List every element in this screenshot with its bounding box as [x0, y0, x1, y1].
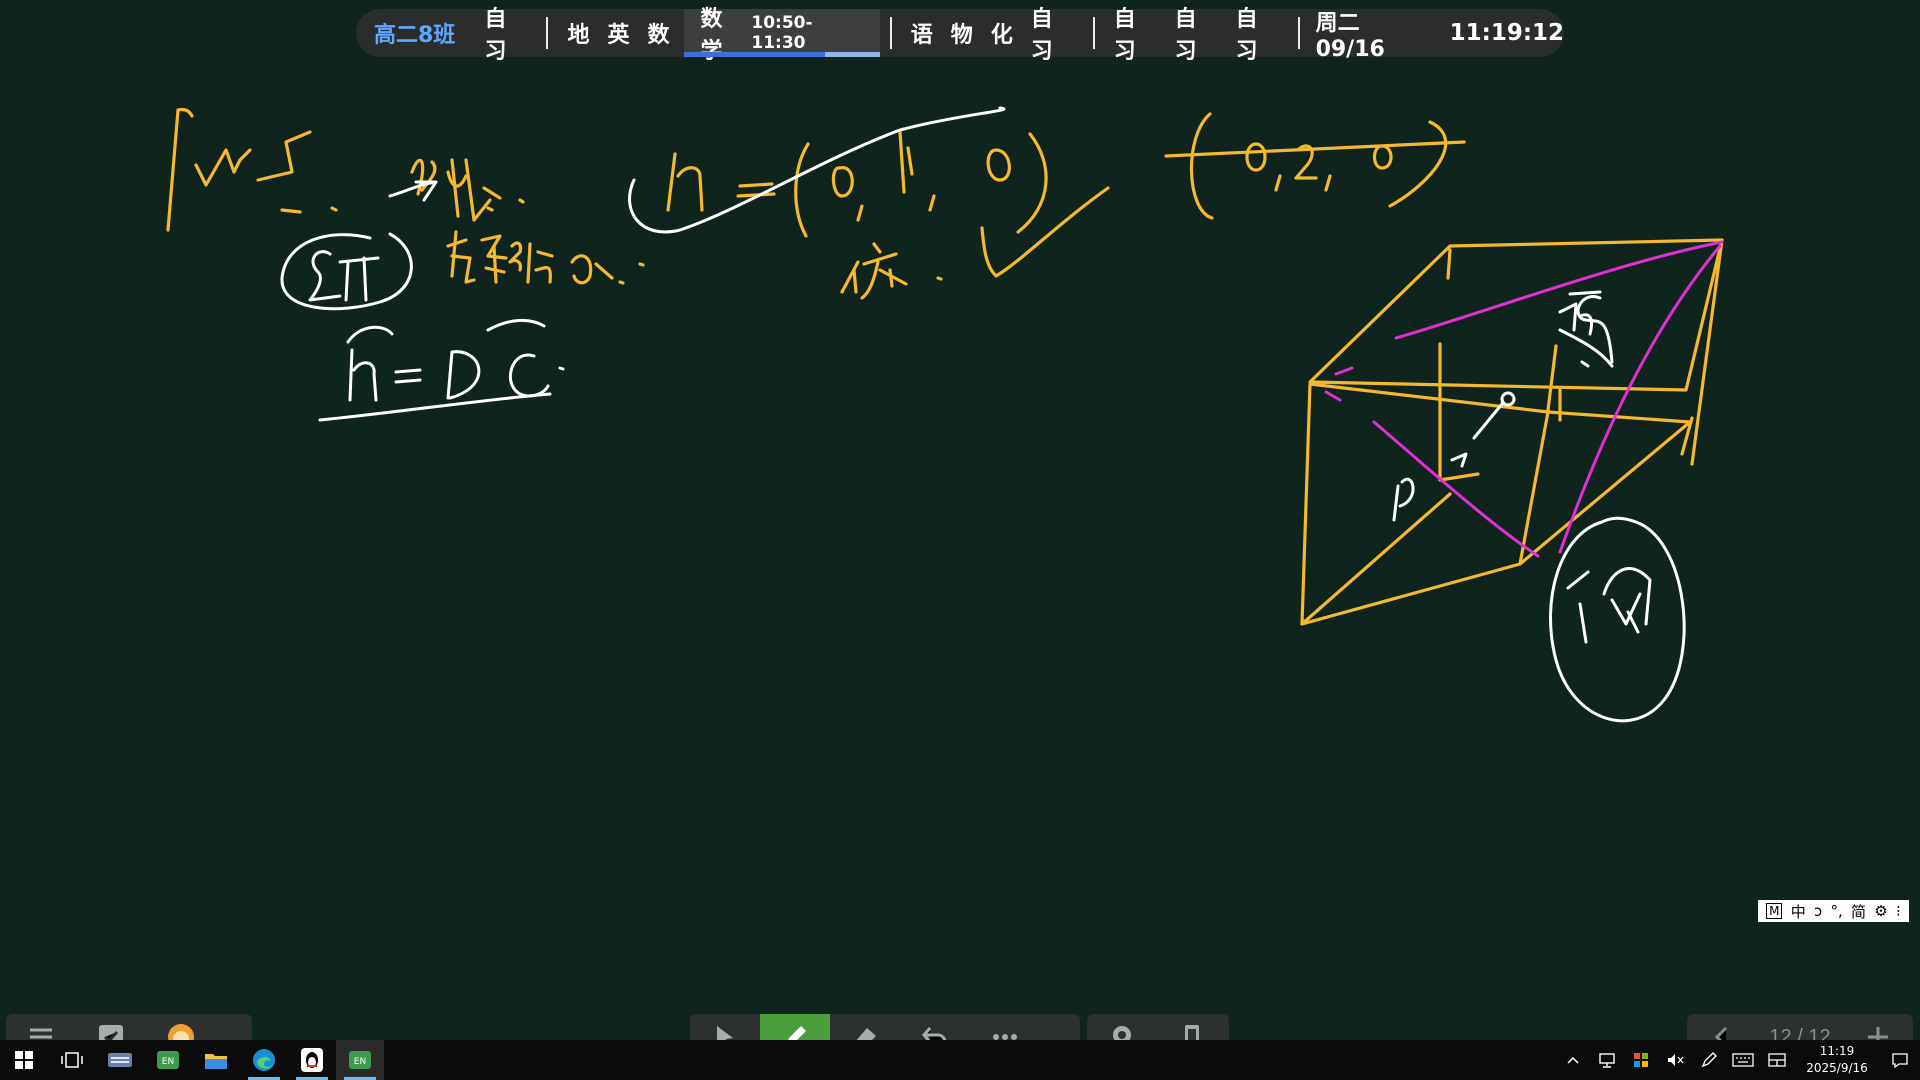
ime-status-bar[interactable]: M 中 ↄ °, 简 ⚙ ⁝ — [1758, 900, 1909, 922]
schedule-slot: 英 — [607, 23, 630, 48]
current-period-time: 10:50-11:30 — [751, 13, 813, 53]
taskbar-app-qq[interactable] — [288, 1040, 336, 1080]
schedule-slot: 数 — [647, 23, 670, 48]
schedule-slot: 自习 — [1235, 7, 1258, 64]
keyboard-icon — [1732, 1053, 1754, 1067]
task-view-icon — [61, 1052, 83, 1068]
ime-shape-toggle[interactable]: ↄ — [1814, 902, 1822, 920]
en-input-icon: EN — [349, 1051, 371, 1069]
system-tray: 11:19 2025/9/16 — [1556, 1040, 1920, 1080]
tray-volume-button[interactable] — [1658, 1040, 1692, 1080]
tray-ime-button[interactable] — [1760, 1040, 1794, 1080]
ink-magenta — [1324, 240, 1724, 558]
schedule-date: 周二 09/16 — [1315, 10, 1385, 62]
taskbar-time: 11:19 — [1819, 1044, 1855, 1058]
class-schedule-bar[interactable]: 高二8班 自习 地 英 数 数学 10:50-11:30 语 物 化 自习 自习… — [356, 7, 1565, 64]
keyboard-app-icon — [108, 1053, 132, 1067]
whiteboard-canvas[interactable] — [0, 0, 1920, 1080]
taskbar-date: 2025/9/16 — [1806, 1061, 1868, 1075]
svg-text:EN: EN — [162, 1057, 174, 1067]
chevron-up-icon — [1567, 1056, 1579, 1064]
tray-overflow-button[interactable] — [1556, 1040, 1590, 1080]
ime-punct-toggle[interactable]: °, — [1831, 902, 1843, 920]
taskbar-app-en-input-2[interactable]: EN — [336, 1040, 384, 1080]
ime-script-toggle[interactable]: 简 — [1851, 901, 1866, 922]
schedule-divider — [1297, 17, 1300, 49]
shield-icon — [1634, 1053, 1648, 1067]
schedule-slot: 自习 — [1113, 7, 1136, 64]
folder-icon — [205, 1054, 227, 1069]
taskbar-clock[interactable]: 11:19 2025/9/16 — [1794, 1043, 1880, 1077]
ink-yellow — [166, 107, 1724, 626]
ime-mode-badge[interactable]: M — [1766, 903, 1783, 919]
ink-white — [280, 106, 1686, 723]
taskbar-app-keyboard[interactable] — [96, 1040, 144, 1080]
schedule-slot: 地 — [567, 23, 590, 48]
schedule-clock: 11:19:12 — [1449, 20, 1565, 46]
notification-icon — [1892, 1053, 1908, 1068]
schedule-divider — [1092, 17, 1095, 49]
current-period: 数学 10:50-11:30 — [684, 7, 880, 64]
ime-language-toggle[interactable]: 中 — [1791, 901, 1806, 922]
taskbar-app-edge[interactable] — [240, 1040, 288, 1080]
tray-security-button[interactable] — [1624, 1040, 1658, 1080]
tray-pen-button[interactable] — [1692, 1040, 1726, 1080]
windows-taskbar: EN EN 11:19 2025/9/16 — [0, 1040, 1920, 1080]
tray-touch-keyboard-button[interactable] — [1726, 1040, 1760, 1080]
network-icon — [1599, 1053, 1615, 1068]
schedule-slot: 自习 — [1174, 7, 1197, 64]
taskbar-app-file-explorer[interactable] — [192, 1040, 240, 1080]
period-progress-fill — [684, 52, 826, 57]
svg-text:EN: EN — [354, 1057, 366, 1067]
schedule-divider — [546, 17, 549, 49]
notification-center-button[interactable] — [1880, 1040, 1920, 1080]
class-name: 高二8班 — [374, 23, 456, 48]
start-button[interactable] — [0, 1040, 48, 1080]
schedule-slot: 化 — [990, 23, 1013, 48]
schedule-slot: 自习 — [484, 7, 507, 64]
task-view-button[interactable] — [48, 1040, 96, 1080]
qq-penguin-icon — [301, 1048, 323, 1072]
volume-muted-icon — [1668, 1054, 1684, 1066]
schedule-slot: 自习 — [1030, 7, 1053, 64]
ime-icon — [1768, 1053, 1786, 1067]
tray-network-button[interactable] — [1590, 1040, 1624, 1080]
pen-workspace-icon — [1701, 1052, 1717, 1068]
schedule-slot: 物 — [950, 23, 973, 48]
edge-browser-icon — [253, 1049, 275, 1071]
schedule-slot: 语 — [910, 23, 933, 48]
schedule-divider — [889, 17, 892, 49]
windows-icon — [15, 1051, 33, 1069]
ime-more-button[interactable]: ⁝ — [1896, 902, 1901, 920]
gear-icon[interactable]: ⚙ — [1874, 902, 1887, 920]
en-input-icon: EN — [157, 1051, 179, 1069]
taskbar-app-en-input[interactable]: EN — [144, 1040, 192, 1080]
